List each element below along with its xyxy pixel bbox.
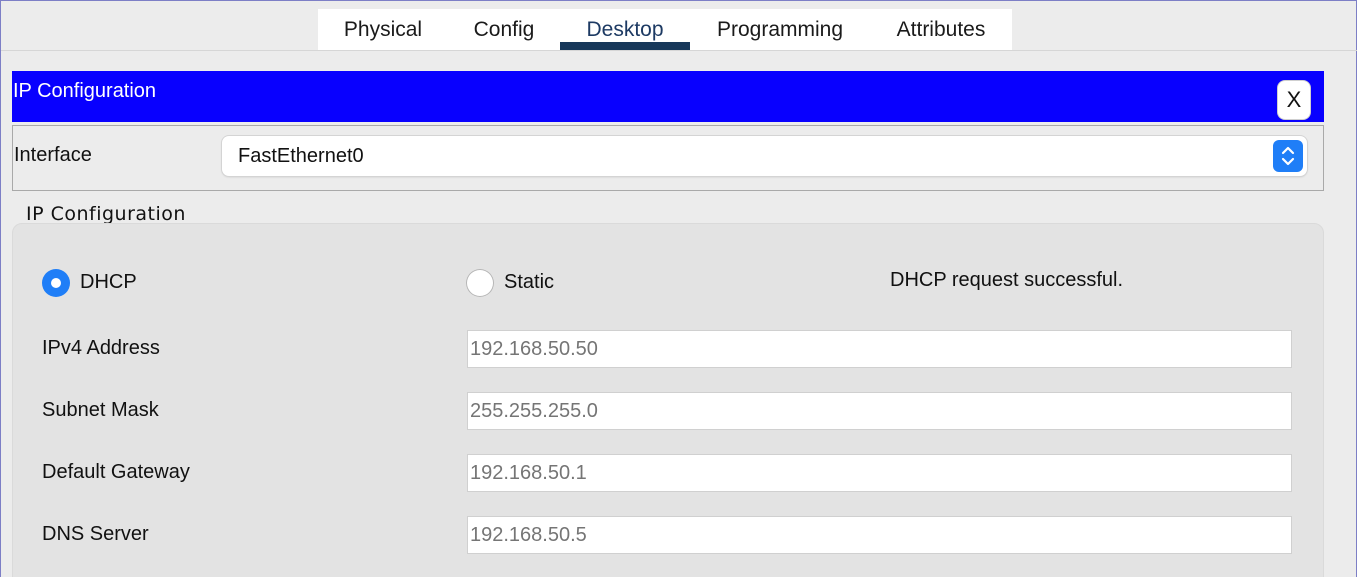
tab-programming[interactable]: Programming [690, 9, 870, 50]
tab-attributes[interactable]: Attributes [870, 9, 1012, 50]
app-title-bar: IP Configuration [12, 71, 1324, 122]
window-frame: Physical Config Desktop Programming Attr… [0, 0, 1357, 577]
default-gateway-label: Default Gateway [42, 461, 190, 483]
tab-config[interactable]: Config [448, 9, 560, 50]
dns-server-field[interactable] [467, 516, 1292, 554]
ipv4-address-field[interactable] [467, 330, 1292, 368]
interface-select[interactable]: FastEthernet0 [222, 136, 1307, 176]
tab-desktop[interactable]: Desktop [560, 9, 690, 50]
interface-select-value: FastEthernet0 [238, 145, 364, 167]
static-label[interactable]: Static [504, 271, 554, 294]
tab-bar: Physical Config Desktop Programming Attr… [318, 9, 1012, 50]
subnet-mask-field[interactable] [467, 392, 1292, 430]
dhcp-status-text: DHCP request successful. [890, 269, 1124, 291]
close-button[interactable]: X [1278, 81, 1310, 119]
chevron-up-down-icon [1273, 140, 1303, 172]
static-radio[interactable] [466, 269, 494, 297]
app-title: IP Configuration [13, 80, 157, 102]
dns-server-label: DNS Server [42, 523, 149, 545]
ipv4-address-label: IPv4 Address [42, 337, 160, 359]
ip-config-group-title: IP Configuration [26, 203, 186, 225]
tab-divider [1, 50, 1357, 51]
dhcp-label[interactable]: DHCP [80, 271, 137, 294]
tab-physical[interactable]: Physical [318, 9, 448, 50]
default-gateway-field[interactable] [467, 454, 1292, 492]
dhcp-radio[interactable] [42, 269, 70, 297]
subnet-mask-label: Subnet Mask [42, 399, 159, 421]
interface-label: Interface [14, 144, 92, 166]
